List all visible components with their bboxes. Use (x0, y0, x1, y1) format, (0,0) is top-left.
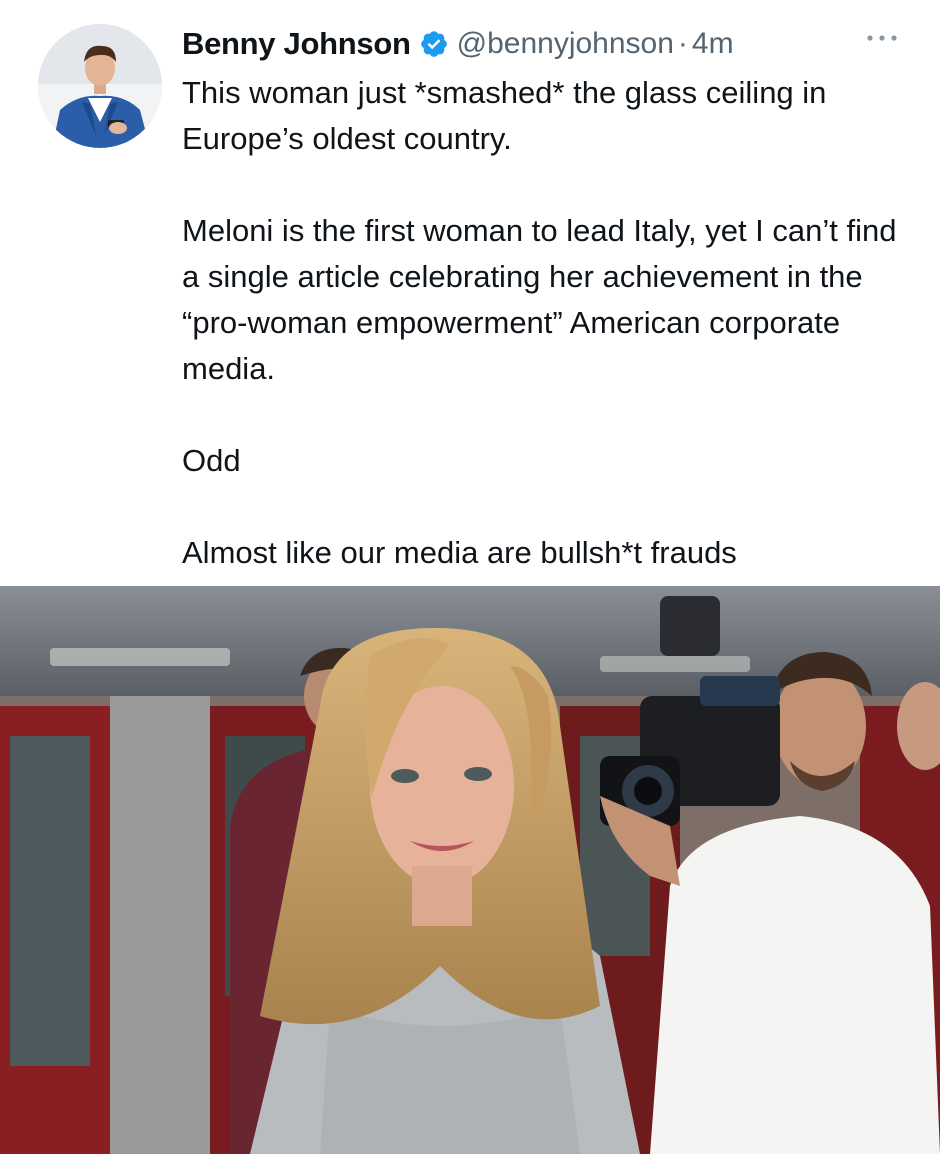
tweet-header: Benny Johnson @bennyjohnson · 4m (182, 22, 734, 66)
author-name[interactable]: Benny Johnson (182, 26, 411, 62)
tweet-photo[interactable] (0, 586, 940, 1154)
author-handle[interactable]: @bennyjohnson (457, 27, 674, 61)
tweet-paragraph: Almost like our media are bullsh*t fraud… (182, 535, 737, 570)
attached-photo (0, 586, 940, 1154)
tweet-paragraph: Odd (182, 443, 241, 478)
tweet-text: This woman just *smashed* the glass ceil… (182, 70, 902, 576)
header-separator: · (677, 27, 688, 60)
tweet-paragraph: This woman just *smashed* the glass ceil… (182, 75, 827, 156)
verified-badge-icon (419, 29, 449, 59)
tweet-paragraph: Meloni is the first woman to lead Italy,… (182, 213, 897, 386)
tweet-timestamp[interactable]: 4m (692, 27, 734, 61)
tweet-card: Benny Johnson @bennyjohnson · 4m This wo… (0, 0, 940, 586)
author-avatar[interactable] (38, 24, 162, 148)
avatar-image (38, 24, 162, 148)
more-dots-icon[interactable] (862, 28, 902, 48)
